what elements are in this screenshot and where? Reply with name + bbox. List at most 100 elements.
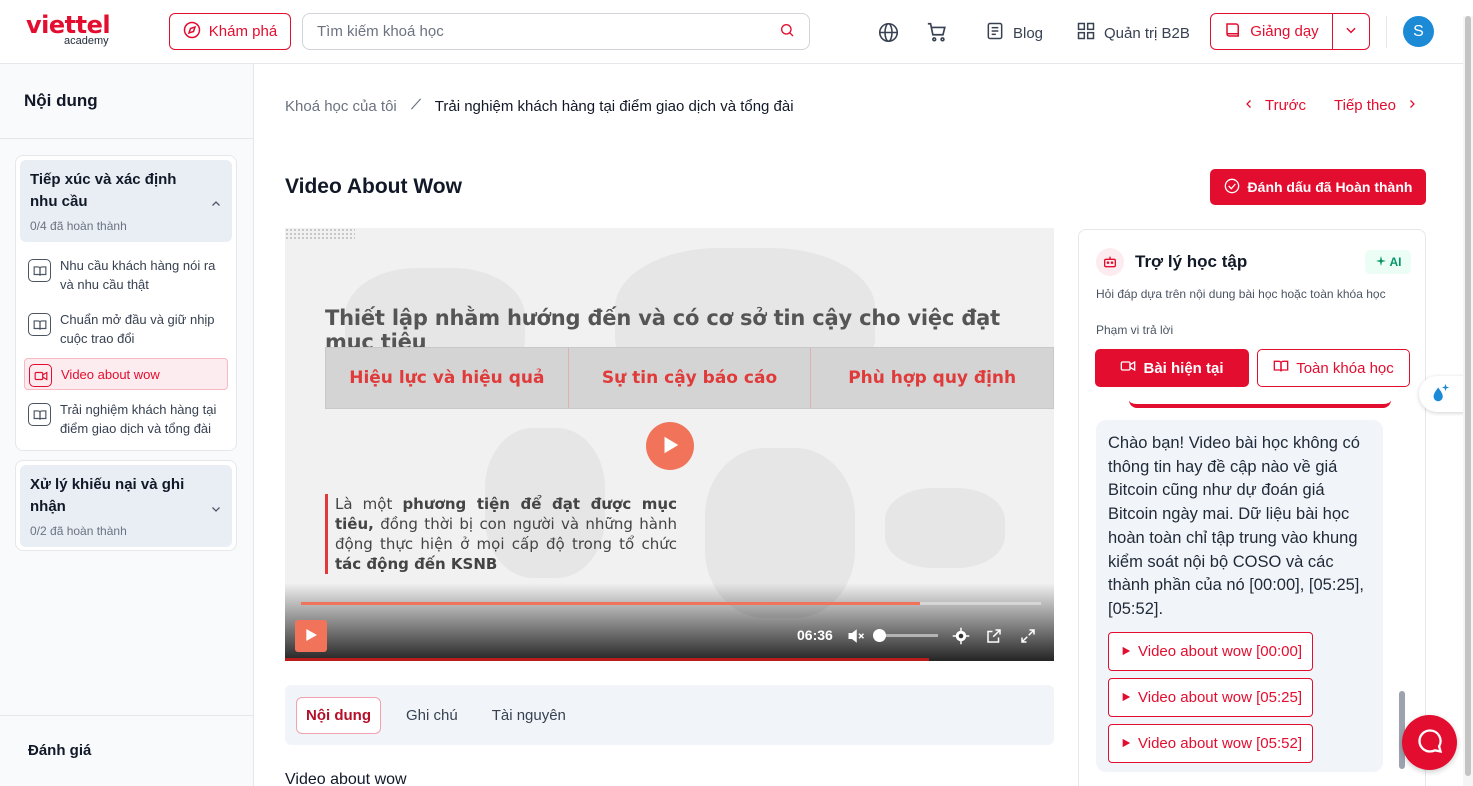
newspaper-icon: [985, 21, 1005, 45]
course-sidebar: Nội dung Tiếp xúc và xác định nhu cầu 0/…: [0, 64, 254, 786]
open-book-icon: [1273, 358, 1289, 378]
lesson-title: Video About Wow: [285, 175, 462, 198]
tab-content[interactable]: Nội dung: [296, 696, 381, 734]
teach-button[interactable]: Giảng dạy: [1211, 14, 1333, 49]
b2b-label: Quản trị B2B: [1104, 24, 1190, 42]
search-icon[interactable]: [779, 22, 795, 41]
play-button[interactable]: [295, 620, 327, 652]
timestamp-label: Video about wow [00:00]: [1138, 642, 1303, 660]
big-play-button[interactable]: [646, 422, 694, 470]
play-triangle-icon: [1121, 735, 1131, 752]
timestamp-link-3[interactable]: Video about wow [05:52]: [1108, 723, 1314, 763]
book-icon: [28, 403, 51, 426]
breadcrumb-parent[interactable]: Khoá học của tôi: [285, 98, 397, 115]
lesson-item-4[interactable]: Trải nghiệm khách hàng tại điểm giao dịc…: [24, 394, 228, 444]
user-avatar[interactable]: S: [1403, 16, 1434, 47]
scope-all-label: Toàn khóa học: [1296, 359, 1394, 377]
lesson-label: Trải nghiệm khách hàng tại điểm giao dịc…: [60, 402, 217, 436]
play-icon: [303, 627, 319, 646]
section-2-progress: 0/2 đã hoàn thành: [30, 524, 127, 538]
section-1: Tiếp xúc và xác định nhu cầu 0/4 đã hoàn…: [15, 155, 237, 451]
lesson-item-1[interactable]: Nhu cầu khách hàng nói ra và nhu cầu thậ…: [24, 250, 228, 300]
next-button[interactable]: Tiếp theo: [1334, 97, 1418, 114]
chevron-right-icon: [1406, 97, 1418, 114]
chevron-down-icon: [210, 502, 222, 518]
scope-current-label: Bài hiện tại: [1143, 359, 1224, 377]
popout-icon[interactable]: [984, 626, 1004, 646]
page-scrollbar-thumb[interactable]: [1465, 16, 1471, 776]
scope-current-lesson-button[interactable]: Bài hiện tại: [1095, 349, 1249, 387]
sparkle-icon: [1375, 255, 1387, 270]
tab-resources[interactable]: Tài nguyên: [483, 698, 575, 733]
chevron-left-icon: [1243, 97, 1255, 114]
blog-link[interactable]: Blog: [985, 21, 1043, 45]
content-heading: Video about wow: [285, 771, 407, 786]
world-map-shape: [885, 488, 1005, 568]
teach-dropdown-toggle[interactable]: [1333, 14, 1369, 49]
mark-complete-label: Đánh dấu đã Hoàn thành: [1247, 179, 1413, 195]
header-divider: [1386, 16, 1387, 48]
sidebar-title: Nội dung: [24, 91, 98, 110]
mark-complete-button[interactable]: Đánh dấu đã Hoàn thành: [1210, 169, 1426, 205]
chevron-up-icon: [210, 197, 222, 213]
section-1-progress: 0/4 đã hoàn thành: [30, 219, 127, 233]
learning-assistant-panel: Trợ lý học tập AI Hỏi đáp dựa trên nội d…: [1078, 229, 1426, 786]
video-progress-fill: [301, 602, 921, 605]
timestamp-label: Video about wow [05:52]: [1138, 734, 1303, 752]
breadcrumb-current: Trải nghiệm khách hàng tại điểm giao dịc…: [434, 97, 794, 115]
b2b-admin-link[interactable]: Quản trị B2B: [1076, 21, 1190, 45]
slide-column-2: Sự tin cậy báo cáo: [569, 348, 812, 408]
tab-notes[interactable]: Ghi chú: [397, 698, 467, 733]
scope-whole-course-button[interactable]: Toàn khóa học: [1257, 349, 1410, 387]
book-icon: [28, 313, 51, 336]
page-scrollbar[interactable]: [1463, 16, 1473, 786]
fullscreen-icon[interactable]: [1018, 626, 1038, 646]
volume-knob[interactable]: [873, 629, 886, 642]
settings-gear-icon[interactable]: [951, 626, 971, 646]
volume-slider[interactable]: [873, 629, 938, 642]
section-2-title: Xử lý khiếu nại và ghi nhận: [30, 476, 185, 515]
controls-gradient: [285, 583, 1054, 661]
search-box: [302, 13, 810, 50]
cart-icon[interactable]: [925, 20, 949, 44]
lesson-label: Chuẩn mở đầu và giữ nhịp cuộc trao đổi: [60, 312, 215, 346]
play-triangle-icon: [1121, 643, 1131, 660]
search-input[interactable]: [317, 23, 779, 40]
mute-icon[interactable]: [846, 626, 866, 646]
slide-column-3: Phù hợp quy định: [848, 368, 1017, 388]
timestamp-label: Video about wow [05:25]: [1138, 688, 1303, 706]
explore-label: Khám phá: [208, 23, 278, 40]
lesson-item-2[interactable]: Chuẩn mở đầu và giữ nhịp cuộc trao đổi: [24, 304, 228, 354]
quote-part-1: Là một: [335, 495, 403, 513]
section-2: Xử lý khiếu nại và ghi nhận 0/2 đã hoàn …: [15, 460, 237, 551]
chat-fab-button[interactable]: [1402, 715, 1457, 770]
blog-label: Blog: [1013, 24, 1044, 42]
video-progress-bar[interactable]: [301, 602, 1041, 605]
chat-bubble-icon: [1416, 727, 1444, 758]
ai-badge: AI: [1365, 250, 1411, 274]
book-icon: [1224, 21, 1242, 43]
evaluation-link[interactable]: Đánh giá: [28, 742, 91, 759]
next-label: Tiếp theo: [1334, 97, 1396, 114]
sparkle-drop-icon: [1429, 382, 1451, 407]
quote-part-3: đồng thời bị con người và những hành độn…: [335, 515, 677, 553]
scope-label: Phạm vi trả lời: [1096, 323, 1174, 337]
section-1-header[interactable]: Tiếp xúc và xác định nhu cầu 0/4 đã hoàn…: [20, 160, 232, 242]
timestamp-link-2[interactable]: Video about wow [05:25]: [1108, 677, 1314, 717]
section-2-header[interactable]: Xử lý khiếu nại và ghi nhận 0/2 đã hoàn …: [20, 465, 232, 547]
video-time: 06:36: [797, 627, 833, 643]
assistant-title: Trợ lý học tập: [1135, 252, 1248, 271]
globe-icon[interactable]: [876, 20, 900, 44]
sidebar-divider: [0, 715, 253, 716]
assistant-message: Chào bạn! Video bài học không có thông t…: [1096, 420, 1383, 772]
lesson-item-3-active[interactable]: Video about wow: [24, 358, 228, 390]
video-icon: [29, 364, 52, 387]
book-icon: [28, 259, 51, 282]
viettel-academy-logo[interactable]: viettel academy: [26, 12, 122, 50]
lesson-label: Video about wow: [61, 367, 160, 382]
explore-button[interactable]: Khám phá: [169, 13, 291, 50]
prev-button[interactable]: Trước: [1243, 97, 1306, 114]
dot-pattern: [285, 228, 355, 240]
timestamp-link-1[interactable]: Video about wow [00:00]: [1108, 631, 1314, 671]
video-player[interactable]: Thiết lập nhằm hướng đến và có cơ sở tin…: [285, 228, 1054, 661]
